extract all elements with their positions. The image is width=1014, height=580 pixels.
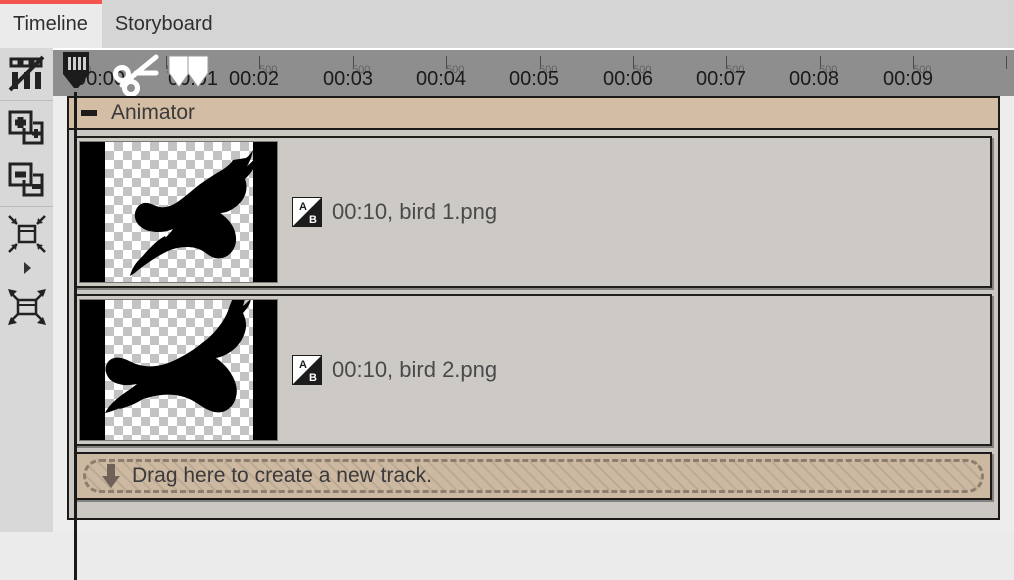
timeline-toolbar xyxy=(0,48,53,532)
svg-text:B: B xyxy=(309,372,317,384)
clip-meta: A B 00:10, bird 1.png xyxy=(291,196,498,228)
ruler-label: 00:09 xyxy=(883,68,934,90)
bird-2-thumbnail[interactable] xyxy=(79,299,278,441)
timeline-panel: 500 500 500 500 500 500 500 500 500 500 … xyxy=(53,48,1014,580)
ruler-label: 00:04 xyxy=(416,68,467,90)
add-track-button[interactable] xyxy=(0,101,53,154)
tab-timeline[interactable]: Timeline xyxy=(0,0,102,48)
out-point-marker[interactable] xyxy=(187,55,209,94)
drop-zone-label: Drag here to create a new track. xyxy=(132,464,432,487)
ab-transition-icon: A B xyxy=(291,354,323,386)
minus-icon xyxy=(81,110,97,116)
animator-group-header[interactable]: Animator xyxy=(69,98,998,130)
tab-storyboard-label: Storyboard xyxy=(114,12,213,35)
new-track-drop-zone[interactable]: Drag here to create a new track. xyxy=(75,452,992,500)
remove-track-button[interactable] xyxy=(0,154,53,207)
ruler-label: 00:02 xyxy=(229,68,280,90)
clip-meta: A B 00:10, bird 2.png xyxy=(291,354,498,386)
scissors-cursor-icon xyxy=(109,52,167,96)
ruler-label: 00:06 xyxy=(603,68,654,90)
svg-text:B: B xyxy=(309,214,317,226)
zoom-timeline-out-button[interactable] xyxy=(0,207,53,260)
playhead-handle[interactable] xyxy=(61,50,91,96)
toggle-thumbnails-icon xyxy=(8,55,46,93)
animator-group-title: Animator xyxy=(111,101,196,124)
track-row[interactable]: A B 00:10, bird 2.png xyxy=(75,294,992,446)
track-row[interactable]: A B 00:10, bird 1.png xyxy=(75,136,992,288)
clip-label: 00:10, bird 2.png xyxy=(332,357,498,382)
toggle-thumbnails-button[interactable] xyxy=(0,48,53,101)
tab-bar: Timeline Storyboard xyxy=(0,0,1014,48)
ab-transition-icon: A B xyxy=(291,196,323,228)
ruler-label: 00:03 xyxy=(323,68,374,90)
playhead-line xyxy=(74,92,77,580)
ruler-label: 00:08 xyxy=(789,68,840,90)
time-ruler[interactable]: 500 500 500 500 500 500 500 500 500 500 … xyxy=(53,48,1014,96)
tab-storyboard[interactable]: Storyboard xyxy=(101,0,227,48)
animator-group: Animator A B 00:10, bird 1.png A B 00:10… xyxy=(67,96,1000,520)
remove-track-icon xyxy=(8,161,46,199)
collapse-group-button[interactable] xyxy=(79,103,99,123)
bird-1-silhouette xyxy=(130,150,253,276)
tab-timeline-label: Timeline xyxy=(13,12,88,35)
ruler-label: 00:07 xyxy=(696,68,747,90)
svg-text:A: A xyxy=(299,359,307,371)
zoom-dropdown-button[interactable] xyxy=(0,260,53,280)
drop-zone-inner: Drag here to create a new track. xyxy=(83,459,984,493)
zoom-timeline-out-icon xyxy=(7,214,47,254)
clip-label: 00:10, bird 1.png xyxy=(332,199,498,224)
zoom-timeline-in-button[interactable] xyxy=(0,280,53,333)
down-arrow-icon xyxy=(100,463,122,489)
add-track-icon xyxy=(8,109,46,147)
zoom-dropdown-icon xyxy=(20,260,34,281)
svg-text:A: A xyxy=(299,201,307,213)
bird-2-silhouette xyxy=(105,300,251,413)
zoom-timeline-in-icon xyxy=(5,285,49,329)
track-area: Animator A B 00:10, bird 1.png A B 00:10… xyxy=(67,96,1014,532)
bird-1-thumbnail[interactable] xyxy=(79,141,278,283)
ruler-label: 00:05 xyxy=(509,68,560,90)
